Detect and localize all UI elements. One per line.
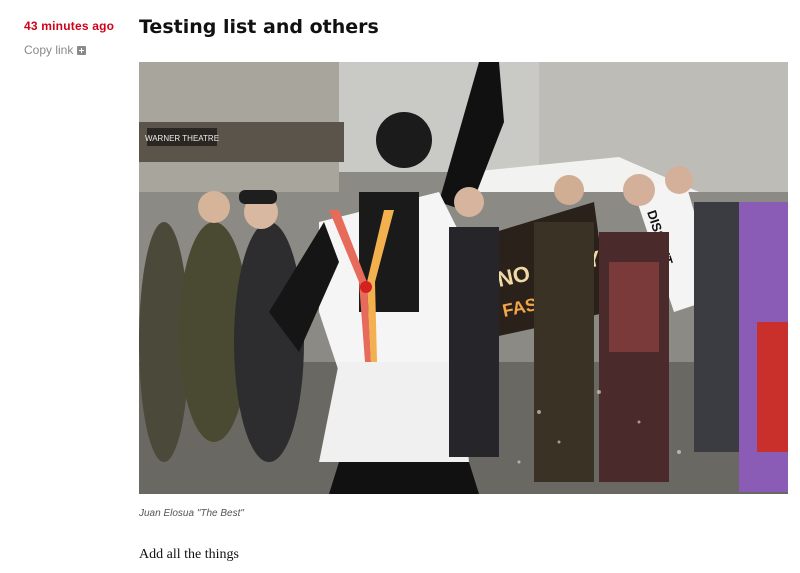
post-meta: 43 minutes ago Copy link: [24, 19, 124, 57]
copy-link-label: Copy link: [24, 43, 74, 57]
post-title: Testing list and others: [139, 16, 379, 38]
plus-icon: [77, 45, 87, 55]
copy-link-button[interactable]: Copy link: [24, 43, 124, 57]
post-body: Add all the things: [139, 547, 239, 562]
photo-caption: Juan Elosua "The Best": [139, 508, 244, 519]
post-timestamp: 43 minutes ago: [24, 19, 115, 33]
post-photo: WARNER THEATRE NO UNITY FASCISTS: [139, 62, 788, 494]
svg-text:WARNER THEATRE: WARNER THEATRE: [145, 134, 219, 143]
theatre-marquee: WARNER THEATRE: [145, 128, 219, 146]
